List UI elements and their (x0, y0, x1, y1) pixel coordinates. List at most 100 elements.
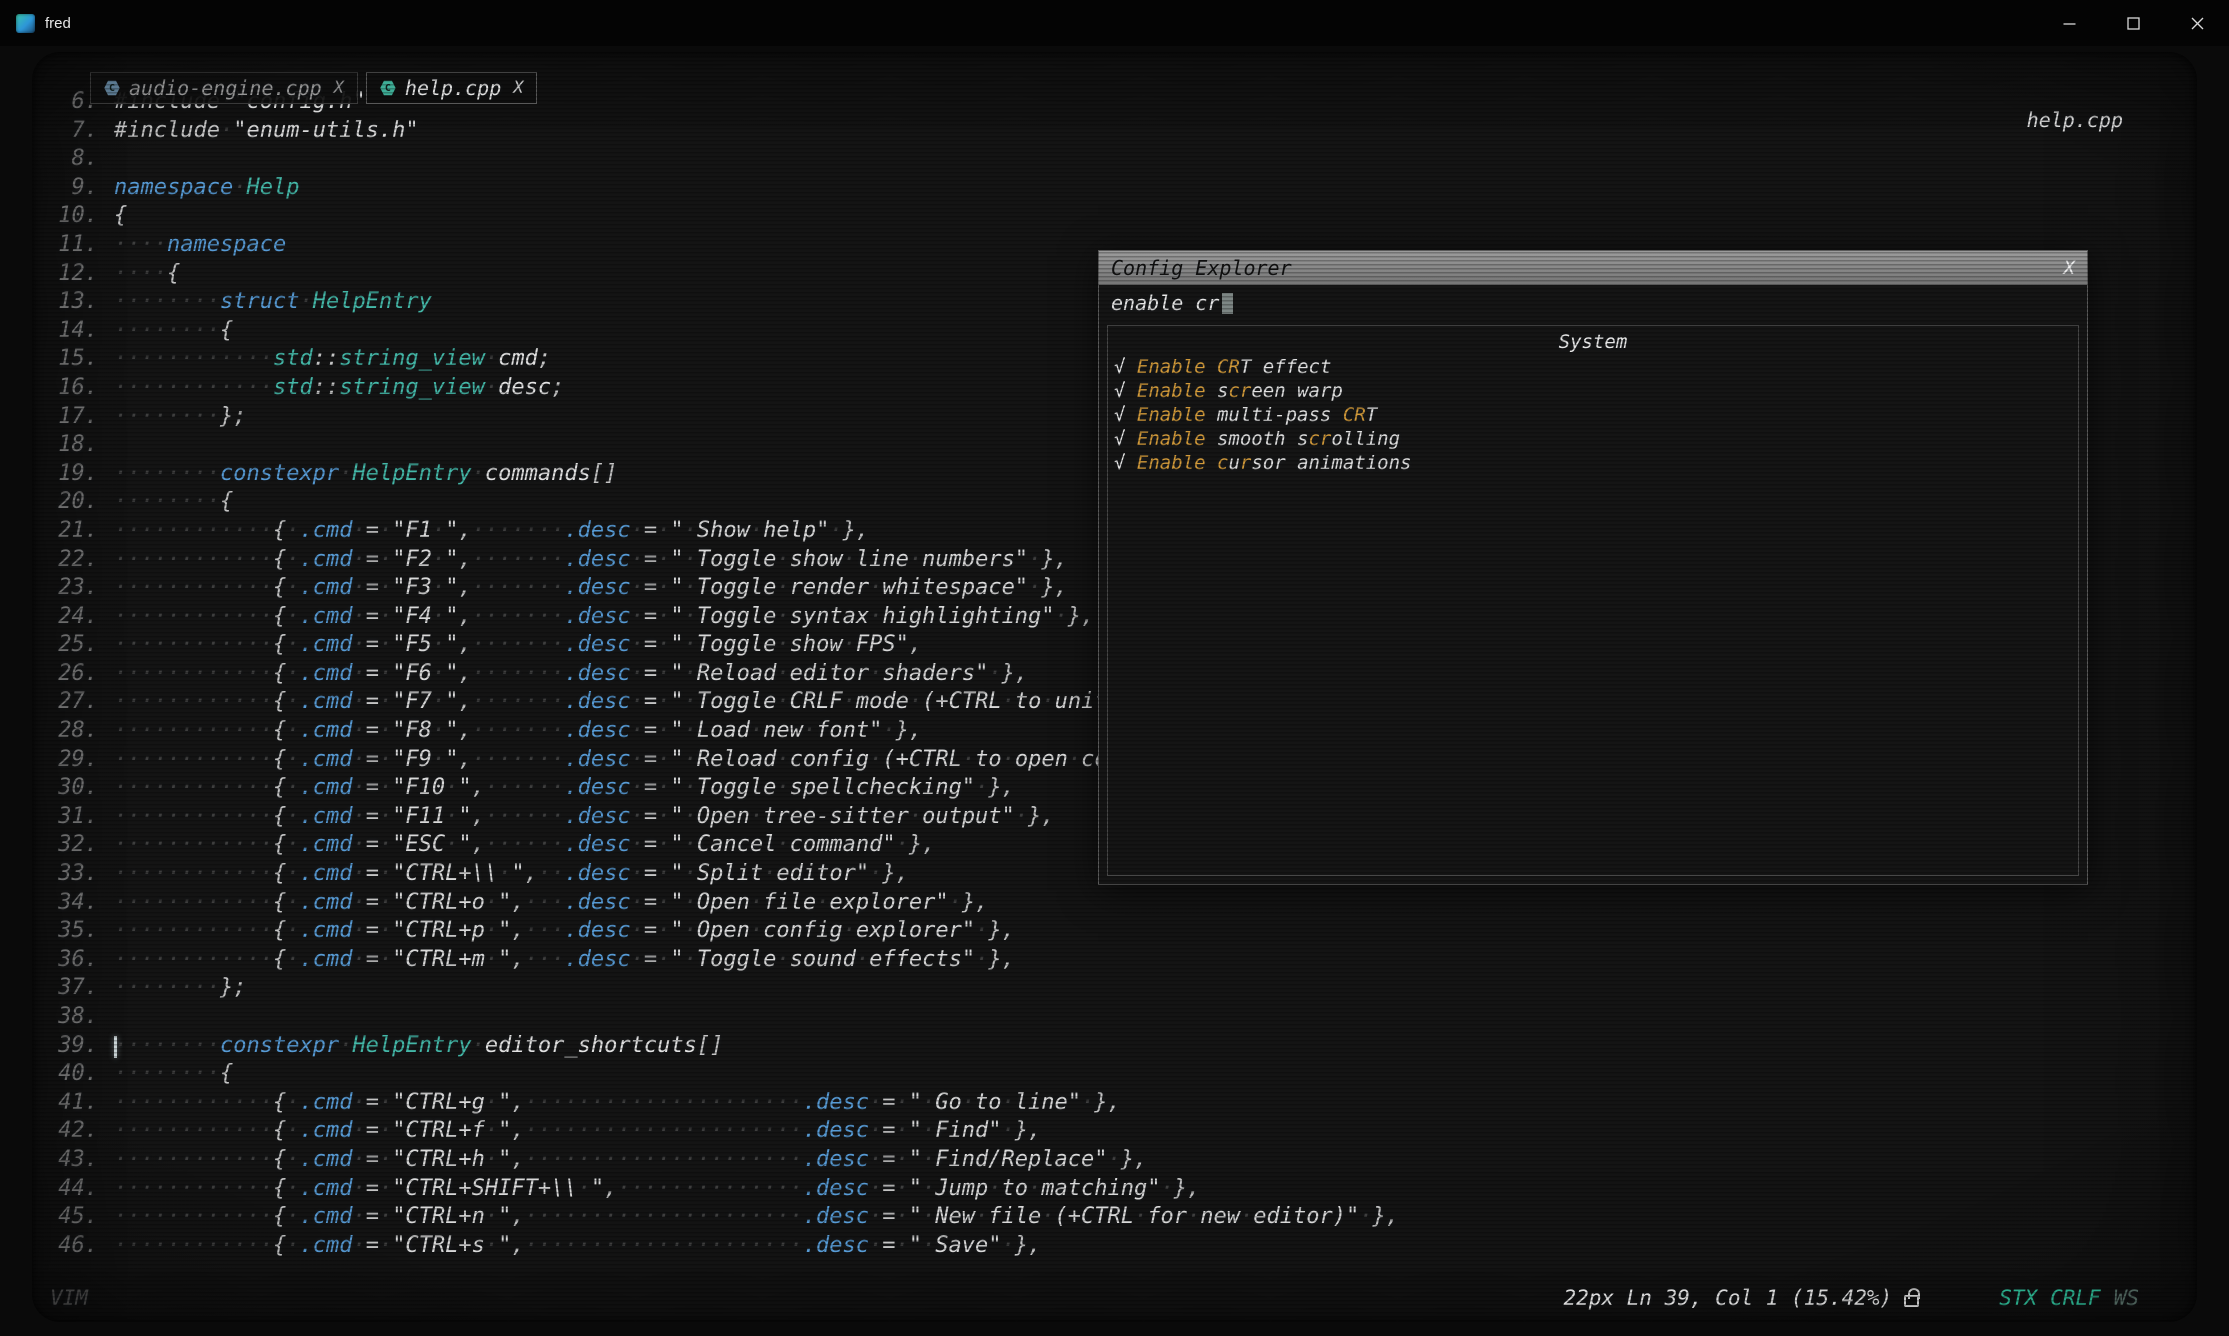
config-option[interactable]: √ Enable multi-pass CRT (1108, 403, 2078, 427)
checkbox-checked-icon[interactable]: √ (1114, 428, 1137, 450)
code-token: ·············· (617, 1176, 802, 1201)
code-line[interactable]: 35.············{·.cmd·=·"CTRL+p·",···.de… (44, 917, 1399, 946)
maximize-button[interactable] (2101, 0, 2165, 46)
code-line[interactable]: 10.{ (44, 202, 1399, 231)
code-token: = (644, 804, 657, 829)
line-number: 42. (44, 1117, 98, 1146)
config-option[interactable]: √ Enable cursor animations (1108, 451, 2078, 475)
line-number: 46. (44, 1232, 98, 1261)
code-token: "F9 (392, 747, 432, 772)
code-token: }, (988, 775, 1015, 800)
tab-audio-engine[interactable]: C audio-engine.cpp X (90, 72, 358, 104)
checkbox-checked-icon[interactable]: √ (1114, 380, 1137, 402)
config-option[interactable]: √ Enable screen warp (1108, 379, 2078, 403)
code-token: ····················· (525, 1090, 803, 1115)
code-token: (+CTRL (882, 747, 961, 772)
status-flag-stx: STX (1999, 1286, 2037, 1310)
code-token: string_view (339, 375, 485, 400)
code-line[interactable]: 45.············{·.cmd·=·"CTRL+n·",······… (44, 1203, 1399, 1232)
line-number: 33. (44, 860, 98, 889)
tab-close-button[interactable]: X (513, 78, 523, 98)
code-token: output" (922, 804, 1015, 829)
code-line[interactable]: 40.········{ (44, 1060, 1399, 1089)
config-search-input[interactable]: enable cr (1099, 285, 2087, 321)
code-token: · (352, 890, 365, 915)
code-token: · (869, 1090, 882, 1115)
dialog-close-button[interactable]: X (2064, 257, 2075, 279)
code-token: ············ (114, 1233, 273, 1258)
code-token: · (657, 832, 670, 857)
code-line[interactable]: 8. (44, 145, 1399, 174)
code-token: FPS" (856, 632, 909, 657)
tab-help[interactable]: C help.cpp X (366, 72, 538, 104)
code-token: " (909, 1147, 922, 1172)
code-token: · (352, 1233, 365, 1258)
option-label-text: T (1366, 404, 1377, 426)
code-token: matching" (1041, 1176, 1160, 1201)
code-token: = (366, 832, 379, 857)
code-token: · (220, 118, 233, 143)
code-token: .cmd (299, 1233, 352, 1258)
code-line[interactable]: 37.········}; (44, 974, 1399, 1003)
code-token: ············ (114, 1176, 273, 1201)
code-token: .desc (803, 1118, 869, 1143)
code-token: · (286, 832, 299, 857)
code-token: ····················· (525, 1233, 803, 1258)
code-token: , (458, 575, 471, 600)
line-number: 28. (44, 717, 98, 746)
checkbox-checked-icon[interactable]: √ (1114, 404, 1137, 426)
option-label-text: sor animations (1251, 452, 1411, 474)
code-line[interactable]: 36.············{·.cmd·=·"CTRL+m·",···.de… (44, 946, 1399, 975)
code-token: · (379, 1233, 392, 1258)
code-token: .desc (564, 518, 630, 543)
checkbox-checked-icon[interactable]: √ (1114, 356, 1137, 378)
code-token: · (843, 689, 856, 714)
checkbox-checked-icon[interactable]: √ (1114, 452, 1137, 474)
code-token: line" (1015, 1090, 1081, 1115)
code-token: · (962, 747, 975, 772)
code-token: · (896, 1204, 909, 1229)
code-token: editor (790, 661, 869, 686)
code-token: · (684, 632, 697, 657)
line-number: 25. (44, 631, 98, 660)
code-token: editor)" (1253, 1204, 1359, 1229)
code-line[interactable]: 9.namespace·Help (44, 174, 1399, 203)
option-label-text: multi-pass (1206, 404, 1343, 426)
code-token: , (472, 775, 485, 800)
config-option[interactable]: √ Enable CRT effect (1108, 355, 2078, 379)
tab-close-button[interactable]: X (334, 78, 344, 98)
option-label-match: cr (1228, 380, 1251, 402)
code-token: · (776, 775, 789, 800)
code-line[interactable]: 42.············{·.cmd·=·"CTRL+f·",······… (44, 1117, 1399, 1146)
code-token: .cmd (299, 632, 352, 657)
option-label-match: cr (1308, 428, 1331, 450)
option-label-text: een warp (1251, 380, 1343, 402)
code-token: = (644, 861, 657, 886)
code-token: .cmd (299, 604, 352, 629)
code-token: · (1041, 1204, 1054, 1229)
code-token: · (379, 575, 392, 600)
code-token: ············ (114, 1118, 273, 1143)
code-token: · (1028, 547, 1041, 572)
code-token: , (511, 1233, 524, 1258)
code-token: Reload (697, 747, 776, 772)
config-option[interactable]: √ Enable smooth scrolling (1108, 427, 2078, 451)
minimize-button[interactable] (2037, 0, 2101, 46)
code-token: · (379, 547, 392, 572)
code-token: · (776, 947, 789, 972)
code-token: · (869, 1147, 882, 1172)
code-line[interactable]: 41.············{·.cmd·=·"CTRL+g·",······… (44, 1089, 1399, 1118)
code-token: = (644, 918, 657, 943)
code-token: " (909, 1176, 922, 1201)
code-line[interactable]: 39.········constexpr·HelpEntry·editor_sh… (44, 1032, 1399, 1061)
code-line[interactable]: 46.············{·.cmd·=·"CTRL+s·",······… (44, 1232, 1399, 1261)
code-line[interactable]: 43.············{·.cmd·=·"CTRL+h·",······… (44, 1146, 1399, 1175)
code-token: · (657, 689, 670, 714)
code-line[interactable]: 44.············{·.cmd·=·"CTRL+SHIFT+\\·"… (44, 1175, 1399, 1204)
code-line[interactable]: 38. (44, 1003, 1399, 1032)
code-line[interactable]: 7.#include·"enum-utils.h" (44, 117, 1399, 146)
code-token: · (286, 1118, 299, 1143)
code-line[interactable]: 34.············{·.cmd·=·"CTRL+o·",···.de… (44, 889, 1399, 918)
close-button[interactable] (2165, 0, 2229, 46)
window-titlebar[interactable]: fred (0, 0, 2229, 46)
